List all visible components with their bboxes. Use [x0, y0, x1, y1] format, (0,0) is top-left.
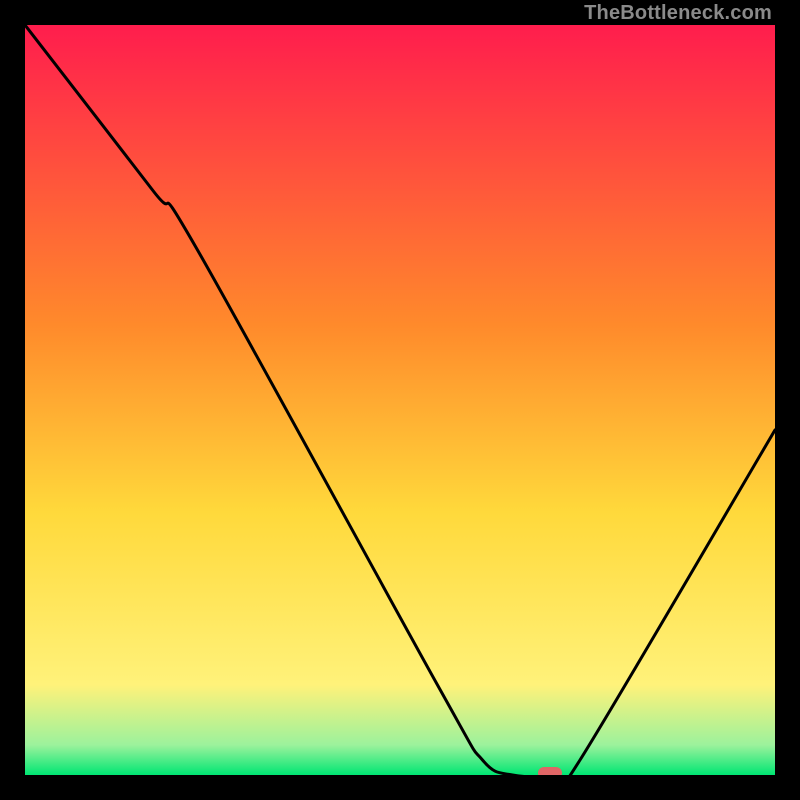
watermark-text: TheBottleneck.com [584, 2, 772, 25]
chart-plot [25, 25, 775, 775]
chart-frame [25, 25, 775, 775]
optimal-marker [538, 767, 562, 775]
gradient-background [25, 25, 775, 775]
